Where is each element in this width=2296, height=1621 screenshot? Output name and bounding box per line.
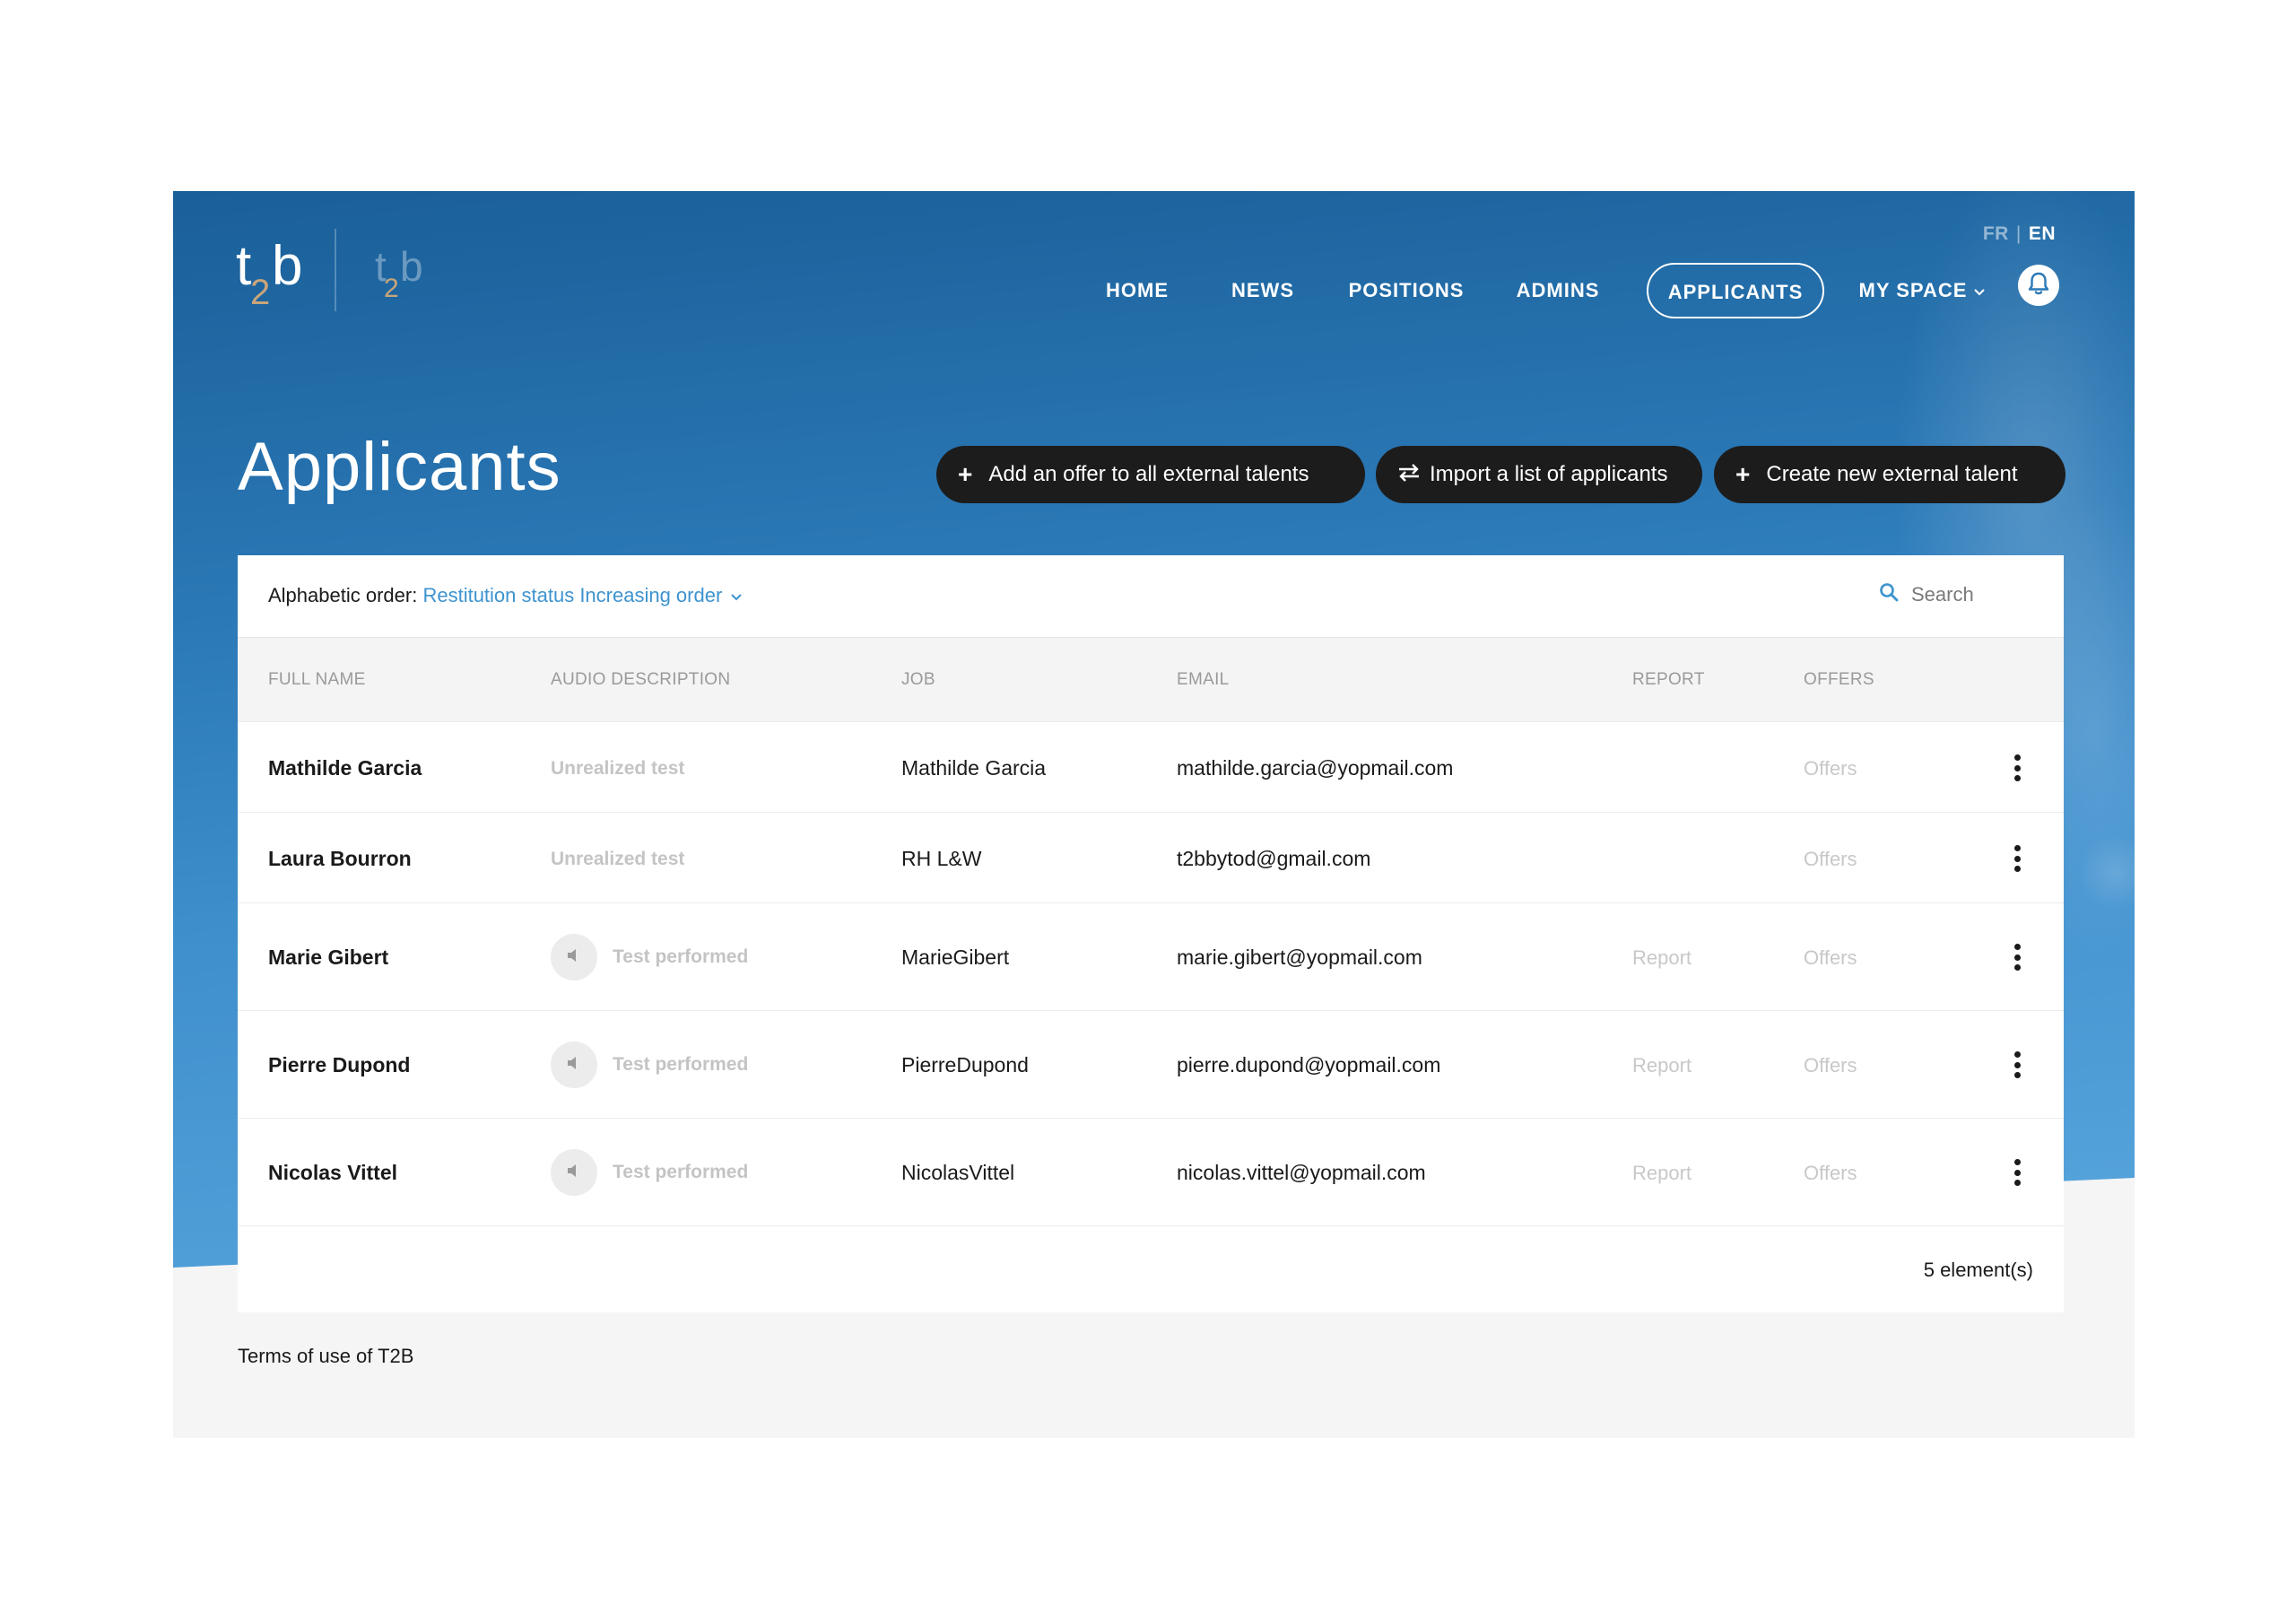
search-input[interactable]: Search [1879,582,1974,606]
applicants-card: Alphabetic order: Restitution status Inc… [238,555,2064,1312]
offers-link[interactable]: Offers [1804,848,1857,871]
list-toolbar: Alphabetic order: Restitution status Inc… [238,555,2064,638]
terms-of-use-link[interactable]: Terms of use of T2B [238,1345,413,1368]
speaker-icon [565,946,583,970]
language-switch: FR | EN [1983,223,2056,245]
lang-en[interactable]: EN [2029,223,2056,244]
report-link[interactable]: Report [1632,1162,1692,1185]
audio-play-button[interactable] [551,1041,597,1088]
applicant-email: t2bbytod@gmail.com [1177,847,1371,870]
audio-status: Test performed [613,1054,749,1075]
audio-play-button[interactable] [551,934,597,980]
audio-status: Unrealized test [551,758,685,779]
add-offer-all-label: Add an offer to all external talents [988,462,1309,486]
applicant-job: RH L&W [901,847,982,870]
create-external-talent-label: Create new external talent [1766,462,2018,486]
row-menu-icon[interactable] [2008,1159,2026,1186]
row-menu-icon[interactable] [2008,845,2026,872]
nav-positions[interactable]: POSITIONS [1335,263,1478,318]
applicant-job: Mathilde Garcia [901,756,1047,780]
table-row[interactable]: Pierre Dupond Test performed PierreDupon… [238,1011,2064,1119]
applicant-email: nicolas.vittel@yopmail.com [1177,1161,1426,1184]
lang-separator: | [2015,223,2022,244]
sort-dropdown[interactable]: Restitution status Increasing order [422,584,722,606]
audio-status: Test performed [613,946,749,967]
column-header-job[interactable]: JOB [901,670,935,690]
import-applicants-label: Import a list of applicants [1430,462,1668,486]
applicant-email: mathilde.garcia@yopmail.com [1177,756,1454,780]
applicant-name[interactable]: Nicolas Vittel [268,1161,397,1185]
page-title: Applicants [238,429,561,505]
main-nav: HOME NEWS POSITIONS ADMINS APPLICANTS MY… [173,263,2135,320]
bell-icon [2027,271,2050,301]
offers-link[interactable]: Offers [1804,1054,1857,1077]
applicant-job: MarieGibert [901,946,1010,969]
audio-status: Test performed [613,1162,749,1182]
applicant-name[interactable]: Pierre Dupond [268,1053,410,1077]
speaker-icon [565,1053,583,1077]
notifications-button[interactable] [2018,265,2059,306]
search-icon [1879,582,1899,606]
column-header-offers[interactable]: OFFERS [1804,670,1874,690]
applicant-name[interactable]: Laura Bourron [268,847,412,871]
table-row[interactable]: Nicolas Vittel Test performed NicolasVit… [238,1119,2064,1226]
nav-my-space-label: MY SPACE [1858,279,1968,301]
applicant-name[interactable]: Marie Gibert [268,946,388,970]
table-row[interactable]: Laura Bourron Unrealized test RH L&W t2b… [238,813,2064,903]
chevron-down-icon [1974,264,1986,319]
lang-fr[interactable]: FR [1983,223,2009,244]
column-header-report[interactable]: REPORT [1632,670,1705,690]
add-offer-all-button[interactable]: + Add an offer to all external talents [936,446,1365,503]
applicant-job: NicolasVittel [901,1161,1015,1184]
column-header-email[interactable]: EMAIL [1177,670,1230,690]
plus-icon: + [1735,460,1751,488]
offers-link[interactable]: Offers [1804,757,1857,780]
audio-description: Test performed [551,934,748,980]
plus-icon: + [958,460,973,488]
offers-link[interactable]: Offers [1804,1162,1857,1185]
applicant-email: pierre.dupond@yopmail.com [1177,1053,1441,1076]
report-link[interactable]: Report [1632,946,1692,970]
column-header-full-name[interactable]: FULL NAME [268,670,366,690]
row-menu-icon[interactable] [2008,944,2026,971]
applicant-name[interactable]: Mathilde Garcia [268,756,422,780]
sort-control: Alphabetic order: Restitution status Inc… [268,584,743,607]
nav-admins[interactable]: ADMINS [1499,263,1617,318]
audio-status: Unrealized test [551,849,685,869]
column-header-audio-description[interactable]: AUDIO DESCRIPTION [551,670,730,690]
sort-label: Alphabetic order: [268,584,418,606]
row-menu-icon[interactable] [2008,1051,2026,1078]
row-menu-icon[interactable] [2008,754,2026,781]
search-placeholder: Search [1911,582,1974,606]
table-row[interactable]: Mathilde Garcia Unrealized test Mathilde… [238,722,2064,813]
applicant-email: marie.gibert@yopmail.com [1177,946,1422,969]
create-external-talent-button[interactable]: + Create new external talent [1714,446,2066,503]
audio-description: Test performed [551,1041,748,1088]
nav-news[interactable]: NEWS [1213,263,1312,318]
nav-home[interactable]: HOME [1079,263,1196,318]
element-count: 5 element(s) [1923,1259,2033,1281]
app-frame: t b 2 t b 2 FR | EN HOME NEWS POSITIONS AD… [173,191,2135,1438]
import-applicants-button[interactable]: Import a list of applicants [1376,446,1702,503]
speaker-icon [565,1161,583,1185]
audio-play-button[interactable] [551,1149,597,1196]
swap-arrows-icon [1397,446,1421,503]
table-row[interactable]: Marie Gibert Test performed MarieGibert … [238,903,2064,1011]
nav-my-space[interactable]: MY SPACE [1850,263,1994,318]
table-header: FULL NAME AUDIO DESCRIPTION JOB EMAIL RE… [238,638,2064,722]
nav-applicants[interactable]: APPLICANTS [1647,263,1824,318]
audio-description: Test performed [551,1149,748,1196]
chevron-down-icon[interactable] [731,590,743,604]
offers-link[interactable]: Offers [1804,946,1857,970]
applicant-job: PierreDupond [901,1053,1029,1076]
table-footer: 5 element(s) [238,1226,2064,1312]
report-link[interactable]: Report [1632,1054,1692,1077]
